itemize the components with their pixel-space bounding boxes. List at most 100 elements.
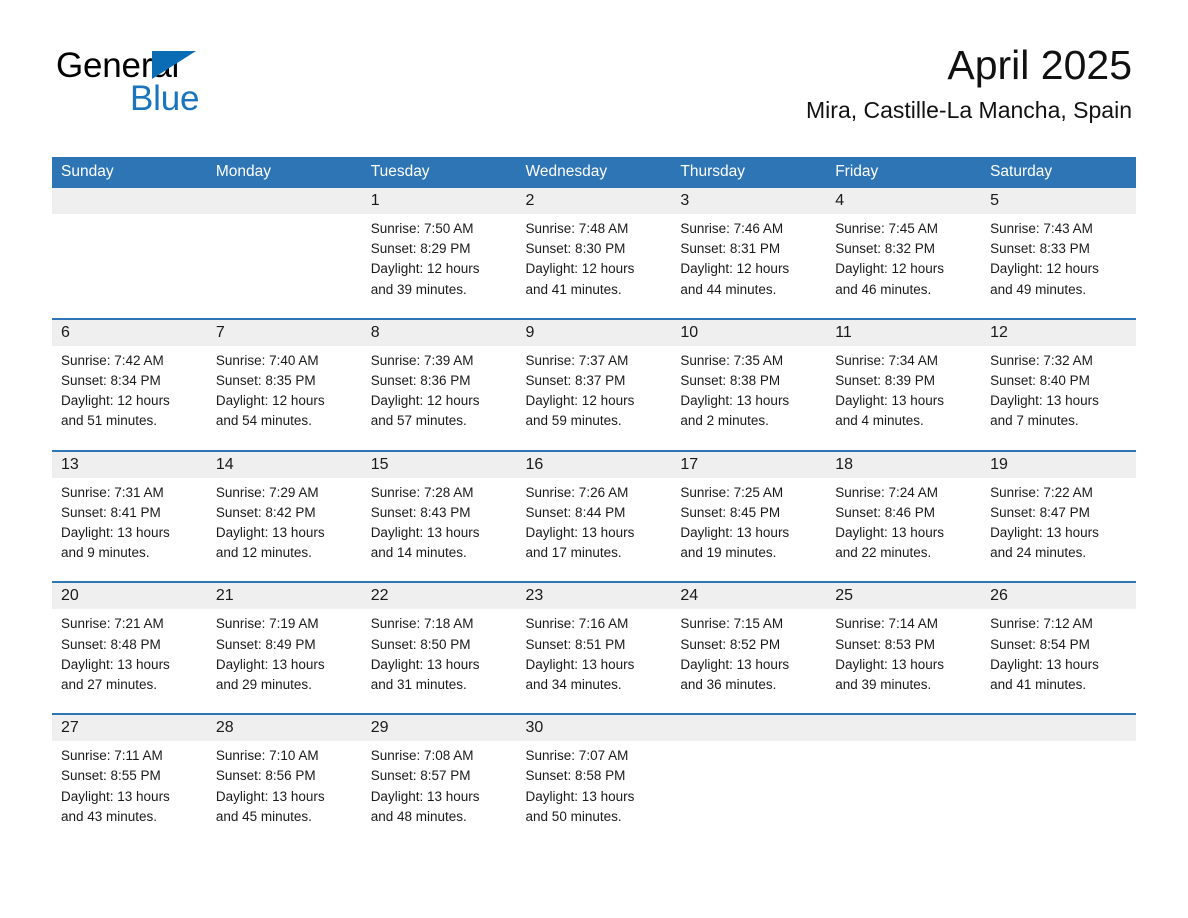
day-cell[interactable]: Sunrise: 7:39 AM Sunset: 8:36 PM Dayligh… (361, 345, 517, 451)
page-title: April 2025 (947, 42, 1132, 88)
sunset-text: Sunset: 8:39 PM (835, 373, 936, 389)
day-number (52, 188, 207, 214)
daylight-text: Daylight: 12 hours (525, 393, 635, 409)
day-cell[interactable]: Sunrise: 7:34 AM Sunset: 8:39 PM Dayligh… (826, 345, 982, 451)
day-number: 25 (826, 581, 982, 610)
week-details-row: Sunrise: 7:50 AM Sunset: 8:29 PM Dayligh… (52, 214, 1136, 319)
sunset-text: Sunset: 8:35 PM (215, 373, 316, 389)
daylight-text-cont: and 41 minutes. (990, 677, 1087, 693)
day-cell[interactable]: Sunrise: 7:42 AM Sunset: 8:34 PM Dayligh… (52, 345, 207, 451)
sunset-text: Sunset: 8:32 PM (835, 241, 936, 257)
day-cell[interactable]: Sunrise: 7:28 AM Sunset: 8:43 PM Dayligh… (361, 477, 517, 583)
week-daynumbers-row: 13 14 15 16 17 18 19 (52, 449, 1136, 478)
sunrise-text: Sunrise: 7:18 AM (370, 616, 474, 632)
sunrise-text: Sunrise: 7:35 AM (680, 352, 784, 368)
day-cell[interactable]: Sunrise: 7:43 AM Sunset: 8:33 PM Dayligh… (981, 214, 1136, 319)
day-cell[interactable]: Sunrise: 7:26 AM Sunset: 8:44 PM Dayligh… (516, 477, 672, 583)
daylight-text-cont: and 54 minutes. (215, 413, 312, 429)
logo-text-blue: Blue (130, 79, 200, 118)
day-number: 11 (826, 317, 982, 346)
daylight-text: Daylight: 13 hours (215, 788, 325, 804)
sunrise-text: Sunrise: 7:16 AM (525, 616, 629, 632)
day-number: 16 (516, 449, 672, 478)
sunset-text: Sunset: 8:30 PM (525, 241, 626, 257)
daylight-text-cont: and 22 minutes. (835, 545, 932, 561)
day-cell[interactable]: Sunrise: 7:32 AM Sunset: 8:40 PM Dayligh… (981, 345, 1136, 451)
calendar-page: General Blue April 2025 Mira, Castille-L… (0, 0, 1188, 918)
day-cell[interactable]: Sunrise: 7:11 AM Sunset: 8:55 PM Dayligh… (52, 741, 207, 846)
day-cell[interactable]: Sunrise: 7:24 AM Sunset: 8:46 PM Dayligh… (826, 477, 982, 583)
daylight-text-cont: and 50 minutes. (525, 808, 622, 824)
daylight-text-cont: and 34 minutes. (525, 677, 622, 693)
weekday-header-monday: Monday (206, 157, 362, 188)
daylight-text: Daylight: 13 hours (680, 525, 790, 541)
day-cell[interactable]: Sunrise: 7:08 AM Sunset: 8:57 PM Dayligh… (361, 741, 517, 846)
day-cell[interactable] (826, 741, 982, 846)
day-number: 22 (361, 581, 517, 610)
day-cell[interactable]: Sunrise: 7:31 AM Sunset: 8:41 PM Dayligh… (52, 477, 207, 583)
sunrise-text: Sunrise: 7:32 AM (990, 352, 1093, 368)
daylight-text-cont: and 57 minutes. (370, 413, 467, 429)
day-cell[interactable]: Sunrise: 7:35 AM Sunset: 8:38 PM Dayligh… (671, 345, 827, 451)
day-cell[interactable]: Sunrise: 7:25 AM Sunset: 8:45 PM Dayligh… (671, 477, 827, 583)
sunrise-text: Sunrise: 7:10 AM (215, 748, 319, 764)
day-cell[interactable] (206, 214, 362, 319)
general-blue-logo[interactable]: General Blue (56, 48, 386, 118)
day-cell[interactable]: Sunrise: 7:16 AM Sunset: 8:51 PM Dayligh… (516, 609, 672, 715)
daylight-text: Daylight: 13 hours (370, 656, 480, 672)
day-cell[interactable] (52, 214, 207, 319)
calendar-header-row: Sunday Monday Tuesday Wednesday Thursday… (52, 157, 1136, 188)
day-number: 15 (361, 449, 517, 478)
daylight-text: Daylight: 13 hours (990, 656, 1099, 672)
sunrise-text: Sunrise: 7:45 AM (835, 221, 939, 236)
sunset-text: Sunset: 8:46 PM (835, 504, 936, 520)
day-cell[interactable] (981, 741, 1136, 846)
day-cell[interactable]: Sunrise: 7:12 AM Sunset: 8:54 PM Dayligh… (981, 609, 1136, 715)
day-cell[interactable]: Sunrise: 7:48 AM Sunset: 8:30 PM Dayligh… (516, 214, 672, 319)
daylight-text: Daylight: 13 hours (61, 656, 170, 672)
sunrise-text: Sunrise: 7:22 AM (990, 484, 1093, 500)
day-cell[interactable]: Sunrise: 7:46 AM Sunset: 8:31 PM Dayligh… (671, 214, 827, 319)
week-daynumbers-row: 6 7 8 9 10 11 12 (52, 317, 1136, 346)
sunrise-text: Sunrise: 7:11 AM (61, 748, 163, 764)
weekday-header-saturday: Saturday (981, 157, 1136, 188)
day-cell[interactable]: Sunrise: 7:07 AM Sunset: 8:58 PM Dayligh… (516, 741, 672, 846)
sunrise-text: Sunrise: 7:24 AM (835, 484, 939, 500)
day-cell[interactable]: Sunrise: 7:14 AM Sunset: 8:53 PM Dayligh… (826, 609, 982, 715)
daylight-text: Daylight: 13 hours (680, 656, 790, 672)
daylight-text-cont: and 29 minutes. (215, 677, 312, 693)
sunrise-text: Sunrise: 7:08 AM (370, 748, 474, 764)
day-cell[interactable]: Sunrise: 7:45 AM Sunset: 8:32 PM Dayligh… (826, 214, 982, 319)
day-cell[interactable]: Sunrise: 7:15 AM Sunset: 8:52 PM Dayligh… (671, 609, 827, 715)
sunset-text: Sunset: 8:33 PM (990, 241, 1090, 257)
sunrise-text: Sunrise: 7:14 AM (835, 616, 939, 632)
day-cell[interactable]: Sunrise: 7:50 AM Sunset: 8:29 PM Dayligh… (361, 214, 517, 319)
daylight-text: Daylight: 13 hours (61, 525, 170, 541)
sunrise-text: Sunrise: 7:29 AM (215, 484, 319, 500)
day-cell[interactable]: Sunrise: 7:21 AM Sunset: 8:48 PM Dayligh… (52, 609, 207, 715)
daylight-text-cont: and 44 minutes. (680, 281, 777, 297)
day-cell[interactable]: Sunrise: 7:18 AM Sunset: 8:50 PM Dayligh… (361, 609, 517, 715)
daylight-text-cont: and 46 minutes. (835, 281, 932, 297)
day-cell[interactable]: Sunrise: 7:22 AM Sunset: 8:47 PM Dayligh… (981, 477, 1136, 583)
day-cell[interactable]: Sunrise: 7:37 AM Sunset: 8:37 PM Dayligh… (516, 345, 672, 451)
sunset-text: Sunset: 8:52 PM (680, 636, 781, 652)
weekday-header-friday: Friday (826, 157, 982, 188)
sunrise-text: Sunrise: 7:21 AM (61, 616, 164, 632)
daylight-text: Daylight: 13 hours (370, 788, 480, 804)
daylight-text-cont: and 17 minutes. (525, 545, 622, 561)
sunset-text: Sunset: 8:48 PM (61, 636, 161, 652)
day-cell[interactable]: Sunrise: 7:29 AM Sunset: 8:42 PM Dayligh… (206, 477, 362, 583)
daylight-text: Daylight: 13 hours (990, 525, 1099, 541)
week-daynumbers-row: 20 21 22 23 24 25 26 (52, 581, 1136, 610)
sunset-text: Sunset: 8:54 PM (990, 636, 1090, 652)
sunset-text: Sunset: 8:41 PM (61, 504, 161, 520)
daylight-text-cont: and 4 minutes. (835, 413, 924, 429)
day-cell[interactable] (671, 741, 827, 846)
day-cell[interactable]: Sunrise: 7:40 AM Sunset: 8:35 PM Dayligh… (206, 345, 362, 451)
day-cell[interactable]: Sunrise: 7:10 AM Sunset: 8:56 PM Dayligh… (206, 741, 362, 846)
day-cell[interactable]: Sunrise: 7:19 AM Sunset: 8:49 PM Dayligh… (206, 609, 362, 715)
daylight-text: Daylight: 12 hours (215, 393, 325, 409)
calendar-body: 1 2 3 4 5 Sunrise: 7:50 AM Sunset: 8:29 … (52, 188, 1136, 846)
sunrise-text: Sunrise: 7:07 AM (525, 748, 629, 764)
